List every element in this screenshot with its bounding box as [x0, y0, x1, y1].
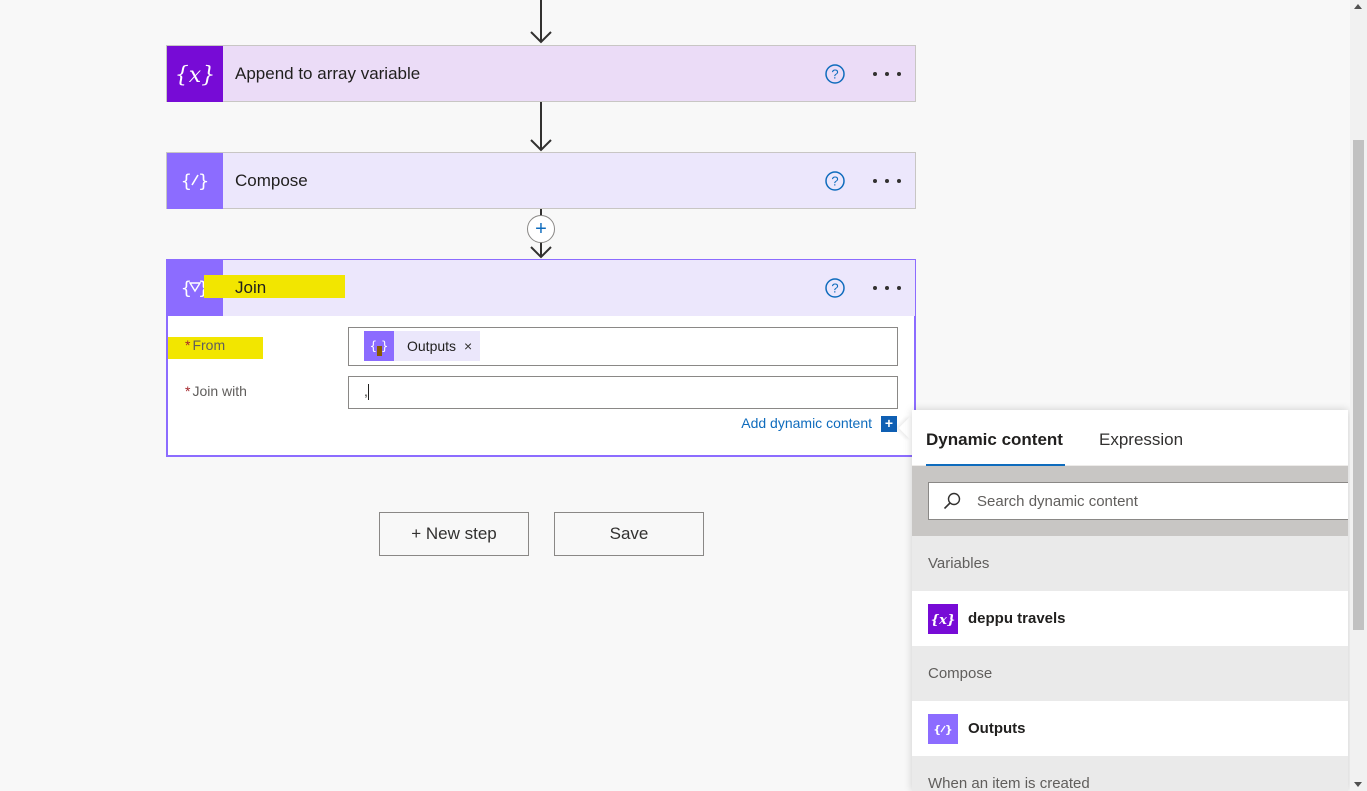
panel-tabs: Dynamic content Expression [912, 410, 1348, 466]
required-mark: * [185, 383, 191, 399]
more-options-icon[interactable] [873, 278, 901, 298]
text-cursor [367, 384, 369, 401]
from-label-text: From [192, 337, 226, 353]
join-with-input[interactable]: , [348, 376, 898, 409]
list-item-label: deppu travels [968, 610, 1066, 627]
help-icon[interactable]: ? [825, 64, 845, 84]
scroll-thumb[interactable] [1353, 140, 1364, 630]
variable-icon: {x} [928, 603, 958, 634]
compose-icon: { } [928, 713, 958, 744]
scroll-up-icon[interactable] [1354, 4, 1362, 9]
card-header[interactable]: { } Compose ? [167, 153, 915, 209]
join-with-label: * Join with [185, 383, 247, 399]
dynamic-content-panel: Dynamic content Expression Search dynami… [912, 410, 1348, 791]
insert-step-button[interactable]: + [527, 215, 555, 243]
list-item-label: Outputs [968, 720, 1026, 737]
search-icon [943, 492, 961, 510]
add-dynamic-content-link[interactable]: Add dynamic content [741, 415, 872, 431]
help-icon[interactable]: ? [825, 278, 845, 298]
svg-text:{x}: {x} [931, 613, 955, 628]
search-area: Search dynamic content [912, 466, 1348, 536]
svg-text:{x}: {x} [175, 63, 215, 88]
list-item[interactable]: { } Outputs [912, 701, 1348, 756]
section-header-when-item-created: When an item is created [912, 756, 1348, 791]
page-scrollbar[interactable] [1350, 0, 1367, 791]
card-title: Compose [235, 171, 308, 190]
join-with-label-text: Join with [192, 383, 247, 399]
list-item[interactable]: {x} deppu travels [912, 591, 1348, 646]
section-header-compose: Compose [912, 646, 1348, 701]
compose-icon: { } [364, 331, 394, 361]
action-card-append-to-array[interactable]: {x} Append to array variable ? [166, 45, 916, 102]
svg-text:?: ? [831, 281, 838, 296]
card-header[interactable]: {x} Append to array variable ? [167, 46, 915, 102]
section-header-variables: Variables [912, 536, 1348, 591]
tab-expression[interactable]: Expression [1099, 430, 1183, 465]
action-card-join[interactable]: { } Join ? * From { } Outputs × * Join wit… [166, 259, 916, 457]
highlight-mark [204, 275, 345, 298]
scroll-down-icon[interactable] [1354, 782, 1362, 787]
card-title: Join [235, 278, 267, 297]
remove-token-icon[interactable]: × [464, 338, 472, 354]
search-input[interactable]: Search dynamic content [928, 482, 1348, 520]
action-card-compose[interactable]: { } Compose ? [166, 152, 916, 209]
add-dynamic-content-icon[interactable]: + [881, 416, 897, 432]
svg-text:?: ? [831, 174, 838, 189]
search-placeholder: Search dynamic content [977, 492, 1138, 510]
help-icon[interactable]: ? [825, 171, 845, 191]
compose-icon: { } [167, 153, 223, 209]
from-label: * From [185, 337, 225, 353]
card-title: Append to array variable [235, 64, 421, 83]
token-label: Outputs [407, 338, 457, 354]
save-button[interactable]: Save [554, 512, 704, 556]
new-step-button[interactable]: + New step [379, 512, 529, 556]
svg-text:?: ? [831, 67, 838, 82]
connector-arrow [529, 0, 553, 46]
from-field[interactable]: { } Outputs × [348, 327, 898, 366]
outputs-token[interactable]: { } Outputs × [364, 331, 481, 361]
connector-arrow [529, 102, 553, 152]
variable-icon: {x} [167, 46, 223, 102]
tab-dynamic-content[interactable]: Dynamic content [926, 430, 1065, 466]
required-mark: * [185, 337, 191, 353]
more-options-icon[interactable] [873, 64, 901, 84]
card-header[interactable]: { } Join ? [167, 260, 915, 316]
more-options-icon[interactable] [873, 171, 901, 191]
